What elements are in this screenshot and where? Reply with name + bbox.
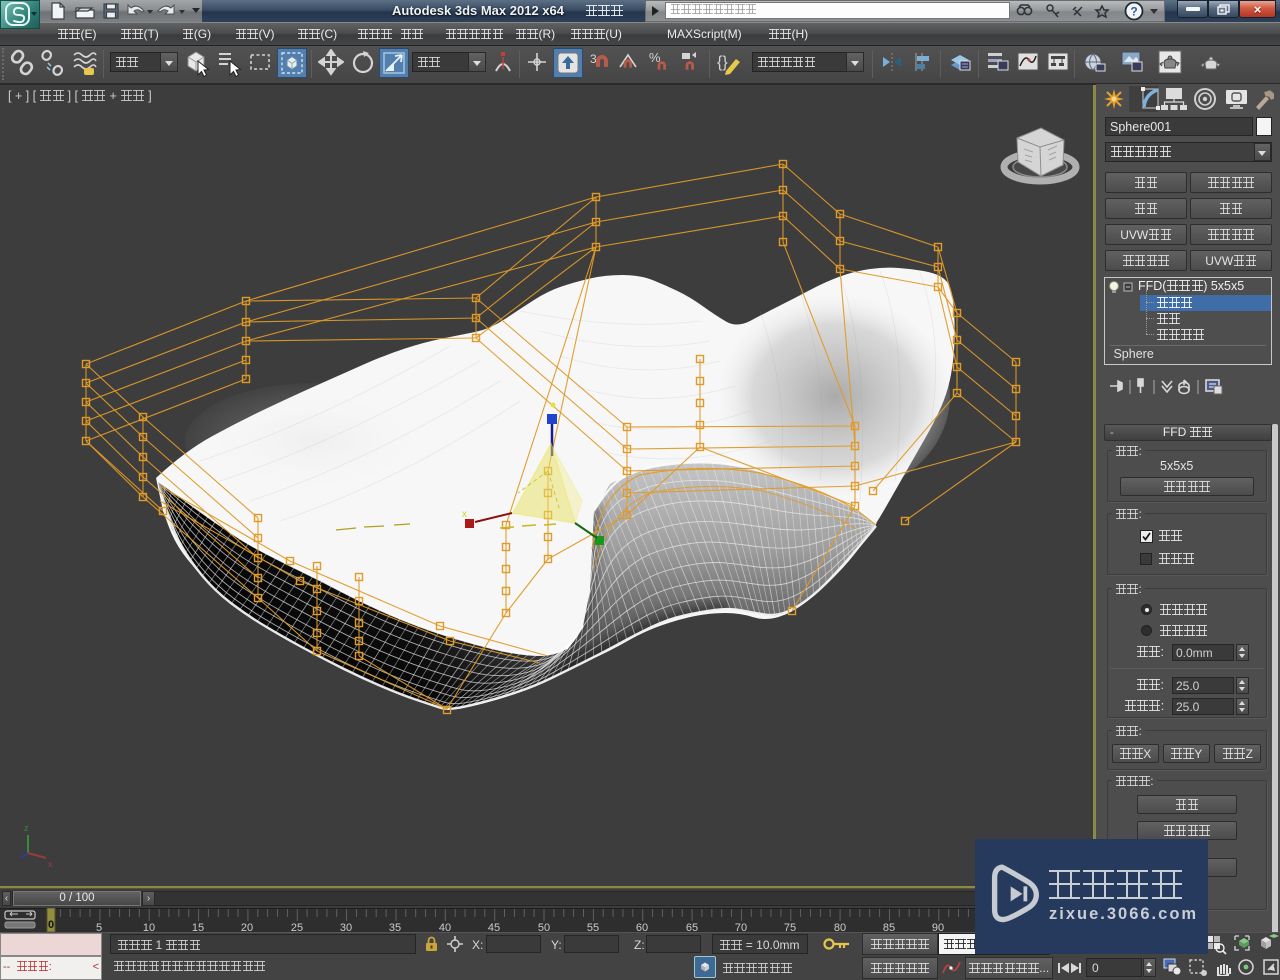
svg-text:45: 45: [488, 922, 500, 932]
svg-text:30: 30: [340, 922, 352, 932]
svg-text:90: 90: [932, 922, 944, 932]
svg-text:65: 65: [686, 922, 698, 932]
svg-text:0: 0: [48, 919, 54, 931]
svg-text:60: 60: [636, 922, 648, 932]
svg-text:15: 15: [192, 922, 204, 932]
svg-text:3: 3: [590, 52, 597, 66]
svg-text:40: 40: [439, 922, 451, 932]
svg-text:x: x: [48, 859, 53, 869]
svg-text:{}: {}: [717, 54, 728, 71]
svg-text:80: 80: [834, 922, 846, 932]
svg-text:x: x: [462, 509, 467, 520]
svg-text:55: 55: [587, 922, 599, 932]
svg-text:20: 20: [241, 922, 253, 932]
svg-text:85: 85: [883, 922, 895, 932]
svg-text:35: 35: [389, 922, 401, 932]
svg-text:5: 5: [96, 922, 102, 932]
svg-text:75: 75: [784, 922, 796, 932]
svg-text:25: 25: [291, 922, 303, 932]
svg-text:70: 70: [735, 922, 747, 932]
svg-text:?: ?: [1130, 5, 1137, 19]
svg-text:10: 10: [143, 922, 155, 932]
svg-text:z: z: [24, 823, 29, 833]
svg-text:50: 50: [538, 922, 550, 932]
